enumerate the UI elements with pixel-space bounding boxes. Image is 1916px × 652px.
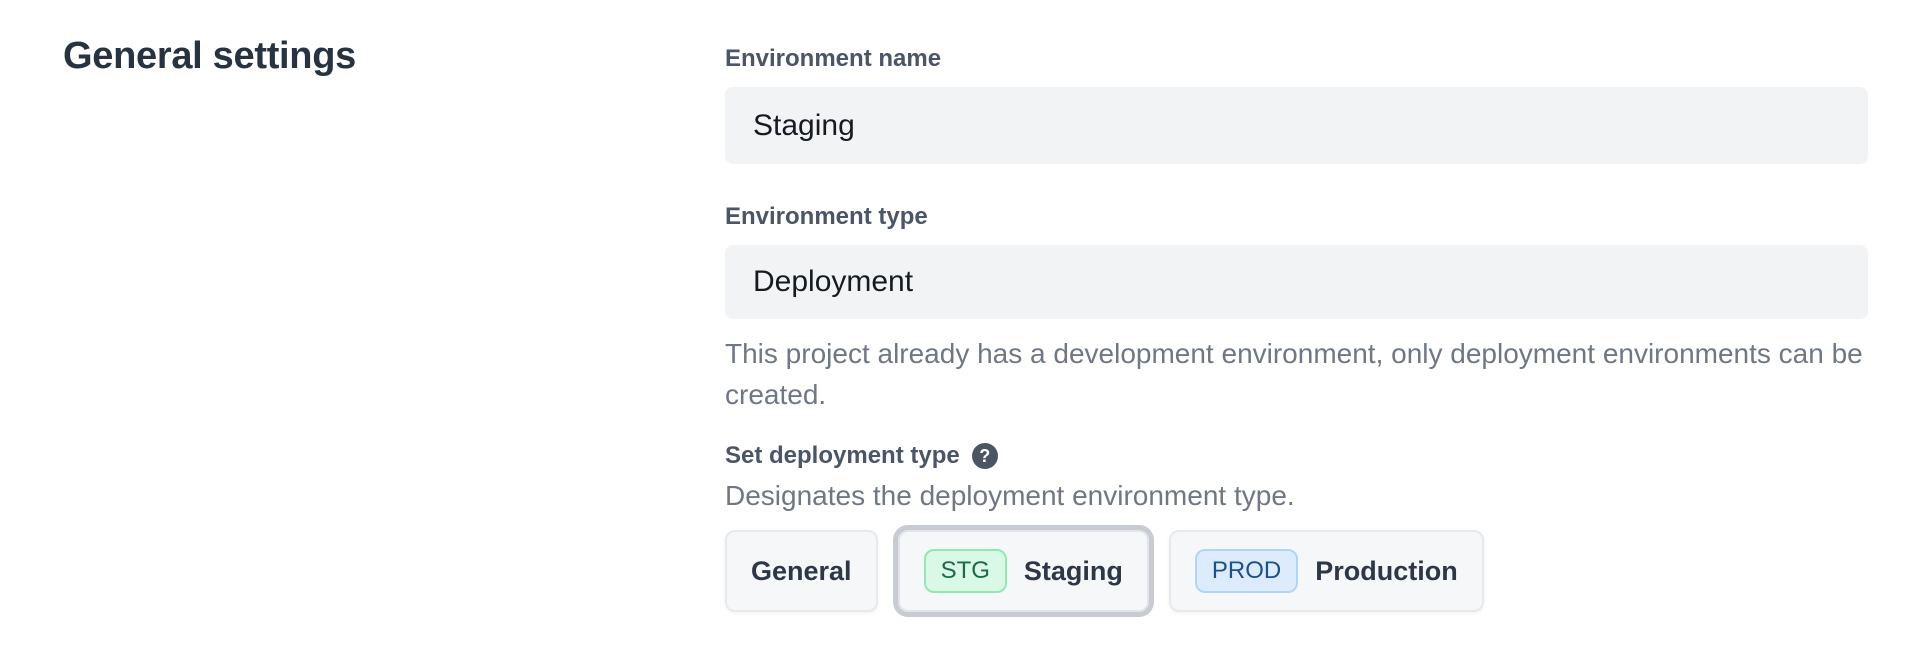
question-mark-icon[interactable] bbox=[972, 443, 998, 469]
deployment-type-label: Set deployment type bbox=[725, 441, 960, 470]
prod-badge: PROD bbox=[1195, 549, 1298, 593]
deployment-type-option-general[interactable]: General bbox=[725, 530, 878, 612]
environment-name-input[interactable] bbox=[725, 87, 1868, 164]
option-label: Staging bbox=[1024, 556, 1123, 587]
option-label: General bbox=[751, 556, 852, 587]
settings-section-header: General settings bbox=[0, 0, 725, 612]
settings-page: General settings Environment name Enviro… bbox=[0, 0, 1916, 612]
deployment-type-label-row: Set deployment type bbox=[725, 441, 1885, 470]
option-label: Production bbox=[1315, 556, 1458, 587]
deployment-type-options: General STG Staging PROD Production bbox=[725, 530, 1885, 612]
environment-name-group: Environment name bbox=[725, 44, 1885, 164]
settings-form: Environment name Environment type This p… bbox=[725, 0, 1885, 612]
stg-badge: STG bbox=[924, 549, 1007, 593]
environment-type-input[interactable] bbox=[725, 245, 1868, 319]
environment-type-help-text: This project already has a development e… bbox=[725, 333, 1885, 415]
deployment-type-description: Designates the deployment environment ty… bbox=[725, 479, 1885, 513]
page-title: General settings bbox=[63, 34, 725, 80]
deployment-type-option-staging[interactable]: STG Staging bbox=[898, 530, 1149, 612]
environment-type-label: Environment type bbox=[725, 202, 1885, 231]
environment-type-group: Environment type This project already ha… bbox=[725, 202, 1885, 415]
environment-name-label: Environment name bbox=[725, 44, 1885, 73]
deployment-type-option-production[interactable]: PROD Production bbox=[1169, 530, 1484, 612]
